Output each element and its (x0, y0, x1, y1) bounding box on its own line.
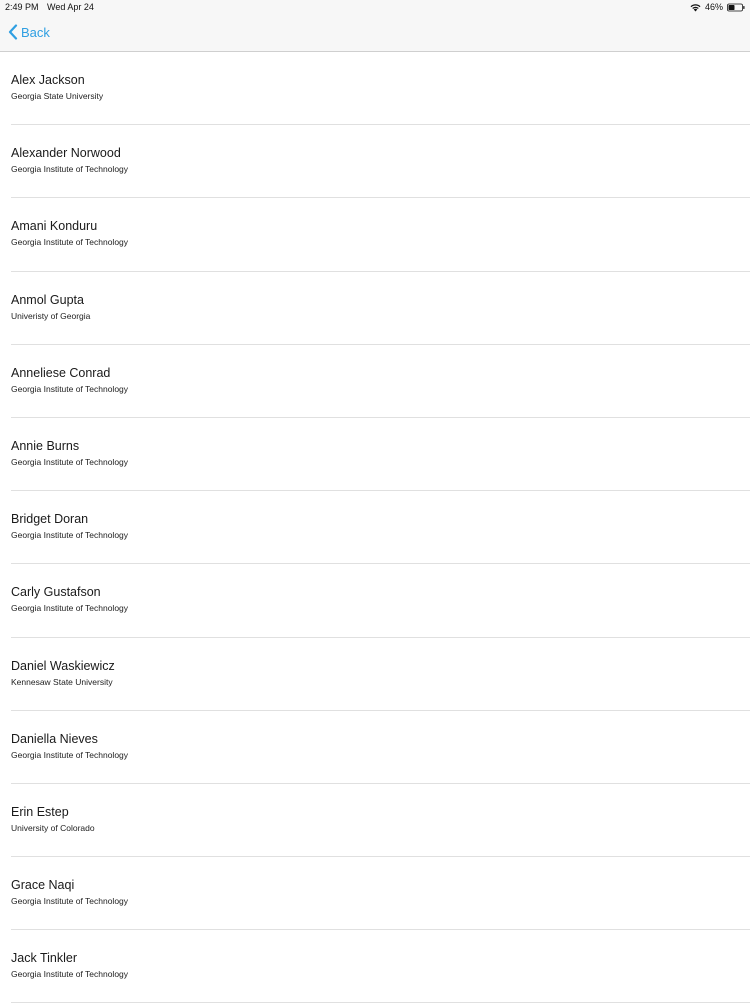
person-school: Georgia Institute of Technology (11, 530, 129, 541)
list-item[interactable]: Jack Tinkler Georgia Institute of Techno… (0, 930, 750, 1003)
person-name: Erin Estep (11, 804, 69, 819)
person-name: Alexander Norwood (11, 146, 121, 161)
person-name: Anmol Gupta (11, 292, 84, 307)
person-name: Alex Jackson (11, 73, 85, 87)
chevron-left-icon (8, 24, 18, 40)
list-item[interactable]: Daniel Waskiewicz Kennesaw State Univers… (0, 638, 750, 711)
status-bar: 2:49 PM Wed Apr 24 46% (0, 0, 750, 14)
list-item[interactable]: Alexander Norwood Georgia Institute of T… (0, 125, 750, 199)
list-item[interactable]: Erin Estep University of Colorado (0, 784, 750, 858)
list-item[interactable]: Anneliese Conrad Georgia Institute of Te… (0, 345, 750, 419)
person-school: University of Colorado (11, 822, 95, 833)
person-name: Jack Tinkler (11, 951, 77, 966)
person-school: Georgia Institute of Technology (11, 896, 129, 907)
list-item[interactable]: Amani Konduru Georgia Institute of Techn… (0, 198, 750, 272)
list-item[interactable]: Daniella Nieves Georgia Institute of Tec… (0, 711, 750, 785)
person-school: Georgia Institute of Technology (11, 603, 129, 614)
navigation-bar: Back (0, 14, 750, 52)
person-name: Daniella Nieves (11, 731, 98, 746)
list-item[interactable]: Annie Burns Georgia Institute of Technol… (0, 418, 750, 492)
back-button-label: Back (21, 24, 50, 40)
person-school: Georgia Institute of Technology (11, 383, 129, 394)
person-name: Carly Gustafson (11, 585, 101, 600)
people-list: Alex Jackson Georgia State University Al… (0, 52, 750, 1003)
battery-icon (727, 3, 745, 11)
person-name: Daniel Waskiewicz (11, 658, 115, 673)
status-left: 2:49 PM Wed Apr 24 (5, 0, 94, 14)
person-school: Georgia Institute of Technology (11, 749, 129, 760)
person-school: Georgia Institute of Technology (11, 456, 129, 467)
list-item[interactable]: Bridget Doran Georgia Institute of Techn… (0, 491, 750, 565)
wifi-icon (690, 3, 701, 11)
person-school: Georgia Institute of Technology (11, 164, 129, 175)
list-item[interactable]: Grace Naqi Georgia Institute of Technolo… (0, 857, 750, 931)
status-right: 46% (690, 0, 745, 14)
person-school: Georgia Institute of Technology (11, 237, 129, 248)
person-name: Amani Konduru (11, 219, 98, 234)
battery-percent: 46% (704, 2, 723, 12)
person-school: Georgia State University (11, 91, 104, 101)
person-school: Kennesaw State University (11, 676, 113, 687)
battery-fill (728, 4, 735, 10)
back-button[interactable]: Back (8, 24, 50, 40)
status-date: Wed Apr 24 (47, 2, 94, 12)
person-name: Bridget Doran (11, 512, 89, 527)
person-school: Georgia Institute of Technology (11, 969, 129, 980)
person-name: Grace Naqi (11, 878, 75, 893)
list-item[interactable]: Carly Gustafson Georgia Institute of Tec… (0, 564, 750, 638)
person-school: Univeristy of Georgia (11, 310, 91, 321)
list-item[interactable]: Anmol Gupta Univeristy of Georgia (0, 272, 750, 345)
person-name: Annie Burns (11, 438, 80, 453)
status-time: 2:49 PM (5, 2, 39, 12)
person-name: Anneliese Conrad (11, 365, 111, 380)
list-item[interactable]: Alex Jackson Georgia State University (0, 52, 750, 126)
